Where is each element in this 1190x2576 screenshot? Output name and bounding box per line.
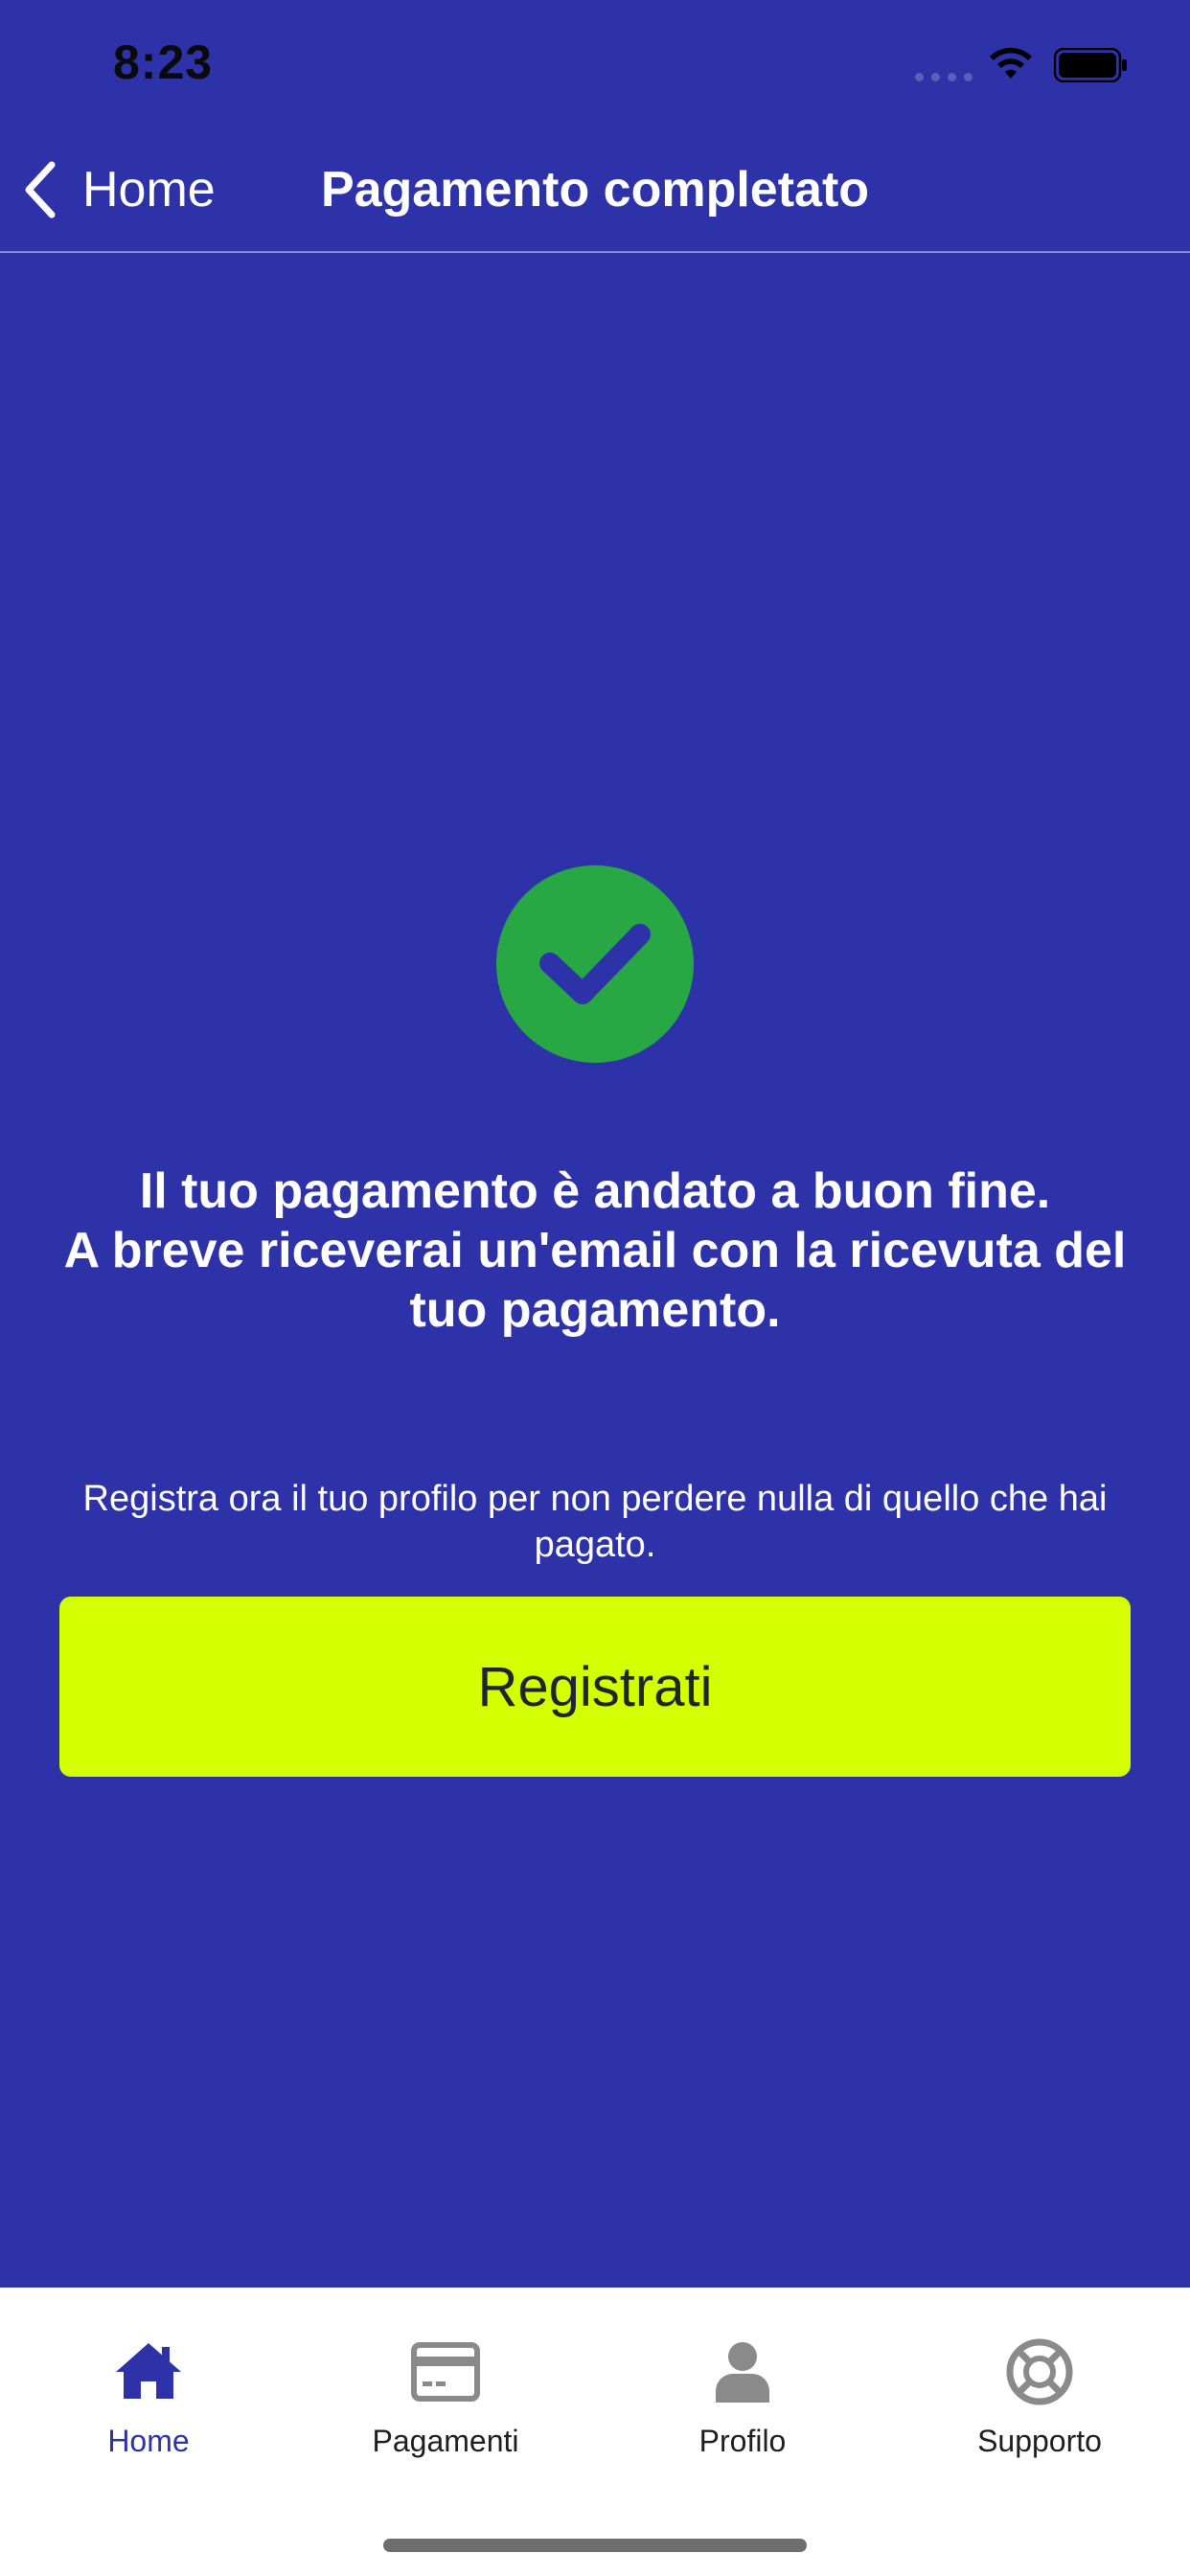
tab-supporto[interactable]: Supporto [891,2337,1188,2491]
tab-supporto-label: Supporto [977,2424,1102,2458]
checkmark-circle-icon [496,865,694,1063]
status-bar: 8:23 [0,0,1190,126]
tab-home[interactable]: Home [0,2337,297,2491]
home-indicator [383,2539,807,2552]
status-time: 8:23 [113,35,214,89]
cellular-signal-icon [915,73,973,81]
battery-icon [1054,48,1127,82]
tab-home-label: Home [107,2424,190,2458]
house-icon [116,2343,181,2399]
credit-card-icon [411,2342,480,2402]
success-message: Il tuo pagamento è andato a buon fine. A… [63,1163,1127,1338]
tab-profilo[interactable]: Profilo [594,2337,891,2491]
tab-pagamenti[interactable]: Pagamenti [297,2337,594,2491]
navigation-bar: Home Pagamento completato [0,126,1190,253]
person-icon [716,2342,769,2403]
tab-profilo-label: Profilo [698,2424,787,2458]
tab-pagamenti-label: Pagamenti [372,2424,519,2458]
lifebuoy-icon [1006,2338,1073,2405]
register-hint-text: Registra ora il tuo profilo per non perd… [82,1479,1108,1565]
wifi-icon [990,47,1032,79]
register-button[interactable]: Registrati [59,1597,1131,1777]
tab-bar: Home Pagamenti Profilo Supporto [0,2288,1190,2576]
page-title: Pagamento completato [320,162,870,218]
